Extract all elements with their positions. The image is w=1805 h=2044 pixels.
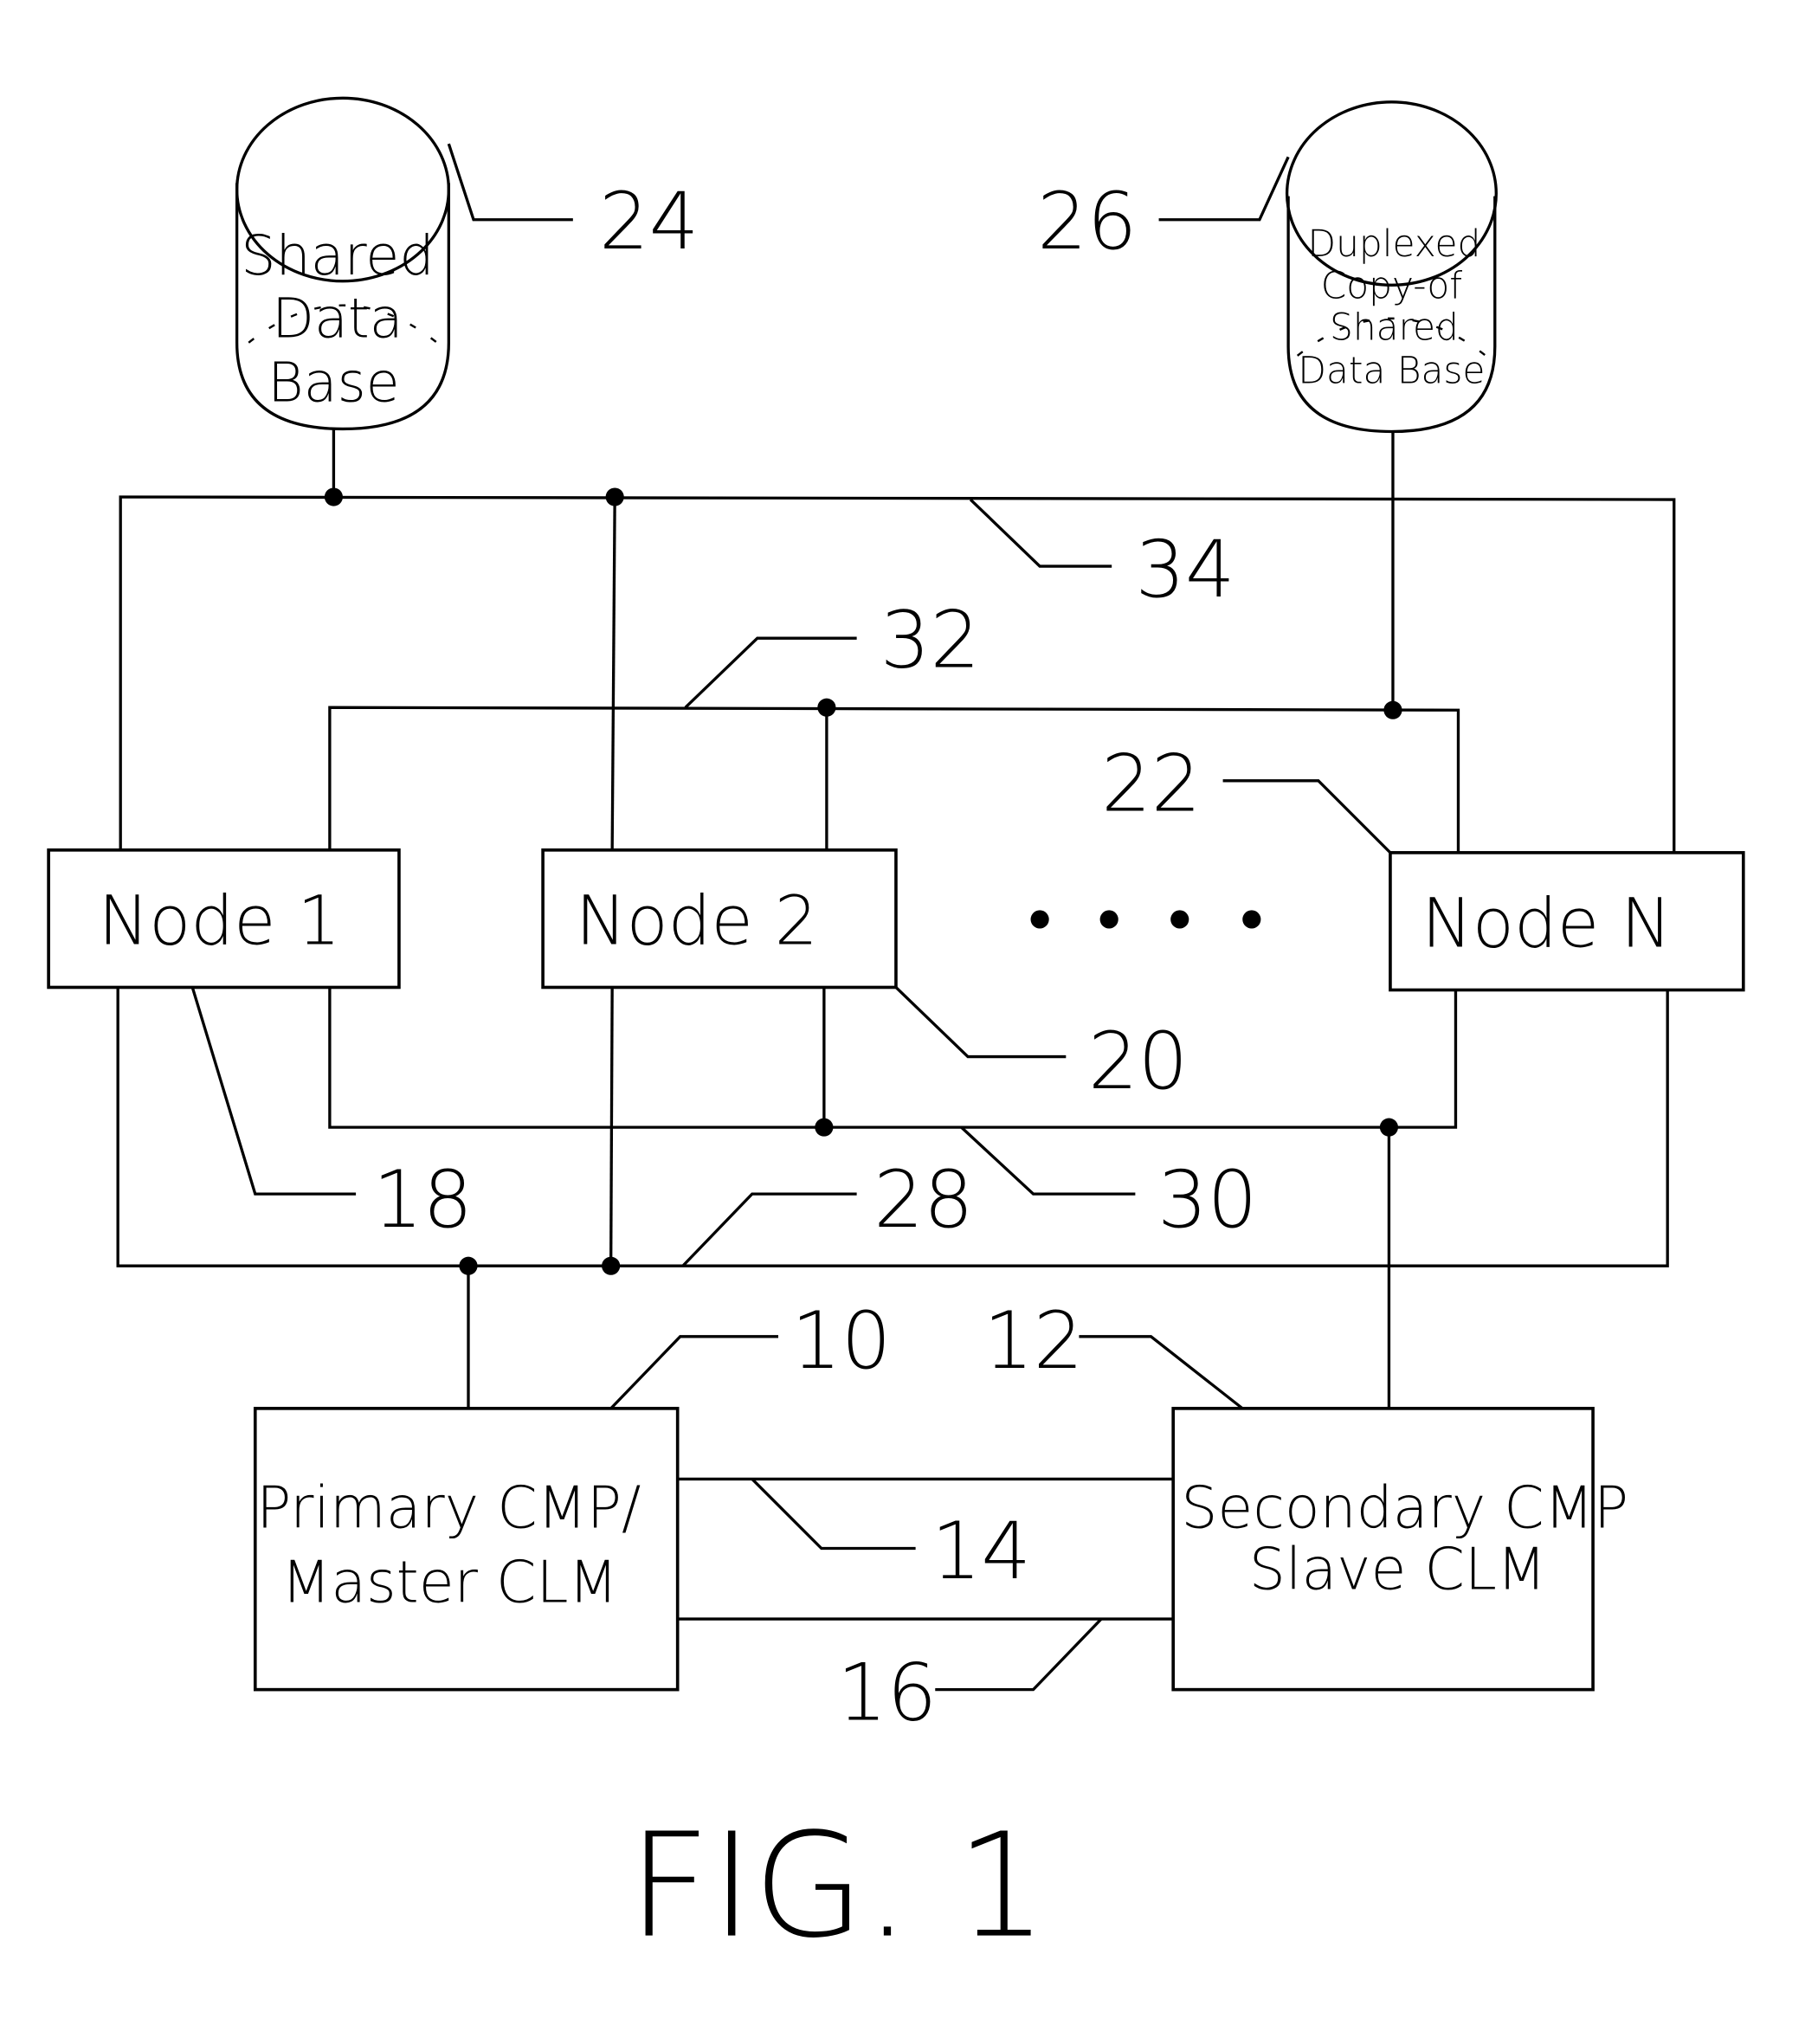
leader-28 <box>681 1192 857 1267</box>
node-n[interactable]: Node N <box>1389 851 1745 992</box>
primary-cmp-master-clm[interactable]: Primary CMP/ Master CLM <box>253 1407 680 1692</box>
ref-32: 32 <box>880 595 980 686</box>
node-1-label: Node 1 <box>99 881 341 961</box>
leader-18 <box>190 986 357 1196</box>
node-n-label: Node N <box>1421 884 1672 964</box>
node-2-label: Node 2 <box>576 881 818 961</box>
node-1[interactable]: Node 1 <box>47 848 401 990</box>
secondary-line2: Slave CLM <box>1249 1535 1546 1602</box>
primary-line1: Primary CMP/ <box>256 1473 641 1541</box>
db26-line4: Data Base <box>1298 350 1485 392</box>
leader-24 <box>447 143 573 222</box>
primary-line2: Master CLM <box>281 1548 618 1615</box>
secondary-line1: Secondary CMP <box>1181 1473 1628 1541</box>
leader-12 <box>1079 1335 1244 1410</box>
leader-22 <box>1222 779 1392 854</box>
db26-line1: Duplexed <box>1308 222 1481 265</box>
diagram-canvas: Shared Data Base 24 Duplexed Copy-of Sha… <box>47 96 1745 1970</box>
leader-32 <box>684 636 857 709</box>
ref-34: 34 <box>1135 525 1234 616</box>
leader-26 <box>1158 156 1290 222</box>
db24-line2: Data <box>272 287 403 351</box>
figure-caption: FIG. 1 <box>628 1803 1048 1970</box>
node2-to-bus34 <box>610 496 616 850</box>
ref-26: 26 <box>1037 177 1137 268</box>
ref-28: 28 <box>873 1155 973 1246</box>
leader-16 <box>935 1617 1103 1692</box>
node-2[interactable]: Node 2 <box>541 848 898 990</box>
ref-16: 16 <box>837 1647 937 1738</box>
bus-30 <box>328 987 1458 1129</box>
ref-24: 24 <box>599 177 699 268</box>
db26-line3: Shared <box>1330 306 1459 349</box>
ref-20: 20 <box>1088 1016 1188 1107</box>
shared-database-24: Shared Data Base <box>235 96 450 431</box>
ref-22: 22 <box>1101 739 1201 830</box>
ref-10: 10 <box>791 1296 891 1387</box>
ref-30: 30 <box>1157 1155 1257 1246</box>
ref-12: 12 <box>983 1296 1083 1387</box>
db24-line3: Base <box>268 351 400 415</box>
ref-18: 18 <box>373 1155 473 1246</box>
secondary-cmp-slave-clm[interactable]: Secondary CMP Slave CLM <box>1171 1407 1628 1692</box>
leader-30 <box>960 1125 1136 1196</box>
ref-14: 14 <box>932 1506 1031 1597</box>
leader-14 <box>751 1478 916 1551</box>
db26-line2: Copy-of <box>1321 264 1462 306</box>
leader-34 <box>969 498 1112 568</box>
leader-10 <box>609 1335 778 1410</box>
more-nodes-ellipsis <box>1030 910 1261 929</box>
db24-line1: Shared <box>241 223 434 287</box>
leader-20 <box>894 986 1067 1059</box>
duplexed-database-26: Duplexed Copy-of Shared Data Base <box>1285 100 1498 434</box>
